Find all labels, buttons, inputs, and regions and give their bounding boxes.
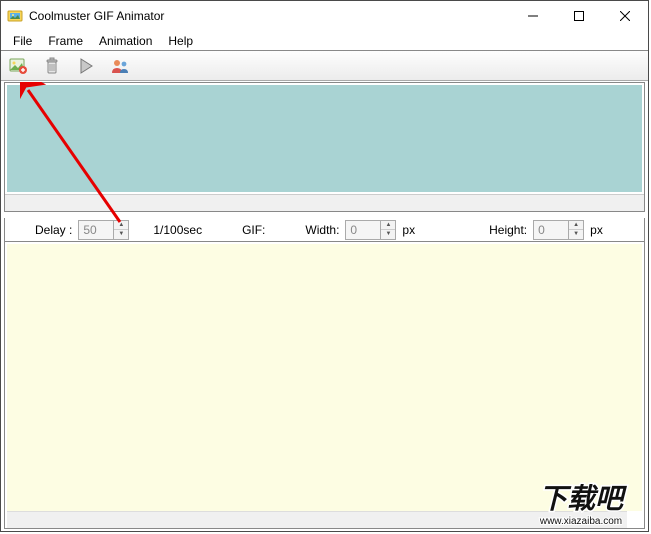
height-unit: px bbox=[590, 223, 603, 237]
canvas-scrollbar-horizontal[interactable] bbox=[7, 511, 627, 528]
width-label: Width: bbox=[305, 223, 339, 237]
frame-controls-row: Delay : ▲ ▼ 1/100sec GIF: Width: ▲ ▼ px … bbox=[4, 218, 645, 242]
frame-strip[interactable] bbox=[7, 85, 642, 192]
minimize-button[interactable] bbox=[510, 1, 556, 31]
delay-spinner[interactable]: ▲ ▼ bbox=[78, 220, 129, 240]
menu-file[interactable]: File bbox=[5, 32, 40, 50]
down-arrow-icon[interactable]: ▼ bbox=[569, 230, 583, 239]
width-spin-buttons[interactable]: ▲ ▼ bbox=[381, 220, 396, 240]
frame-strip-panel bbox=[4, 82, 645, 212]
gif-label: GIF: bbox=[242, 223, 265, 237]
canvas[interactable] bbox=[7, 244, 642, 511]
width-unit: px bbox=[402, 223, 415, 237]
menu-frame[interactable]: Frame bbox=[40, 32, 91, 50]
width-spinner[interactable]: ▲ ▼ bbox=[345, 220, 396, 240]
down-arrow-icon[interactable]: ▼ bbox=[381, 230, 395, 239]
menu-animation[interactable]: Animation bbox=[91, 32, 160, 50]
delay-label: Delay : bbox=[35, 223, 72, 237]
delay-input[interactable] bbox=[78, 220, 114, 240]
toolbar bbox=[1, 51, 648, 81]
up-arrow-icon[interactable]: ▲ bbox=[381, 221, 395, 231]
add-image-icon bbox=[8, 56, 28, 76]
window-title: Coolmuster GIF Animator bbox=[29, 9, 164, 23]
maximize-button[interactable] bbox=[556, 1, 602, 31]
frame-strip-scrollbar[interactable] bbox=[5, 194, 644, 211]
add-frame-button[interactable] bbox=[5, 53, 31, 79]
menubar: File Frame Animation Help bbox=[1, 31, 648, 51]
height-spin-buttons[interactable]: ▲ ▼ bbox=[569, 220, 584, 240]
up-arrow-icon[interactable]: ▲ bbox=[114, 221, 128, 231]
height-label: Height: bbox=[489, 223, 527, 237]
play-icon bbox=[76, 56, 96, 76]
users-button[interactable] bbox=[107, 53, 133, 79]
menu-help[interactable]: Help bbox=[160, 32, 201, 50]
down-arrow-icon[interactable]: ▼ bbox=[114, 230, 128, 239]
app-window: Coolmuster GIF Animator File Frame Anima… bbox=[0, 0, 649, 532]
canvas-panel bbox=[4, 242, 645, 529]
people-icon bbox=[110, 56, 130, 76]
height-input[interactable] bbox=[533, 220, 569, 240]
trash-icon bbox=[42, 56, 62, 76]
height-spinner[interactable]: ▲ ▼ bbox=[533, 220, 584, 240]
delay-spin-buttons[interactable]: ▲ ▼ bbox=[114, 220, 129, 240]
up-arrow-icon[interactable]: ▲ bbox=[569, 221, 583, 231]
window-controls bbox=[510, 1, 648, 31]
width-input[interactable] bbox=[345, 220, 381, 240]
close-button[interactable] bbox=[602, 1, 648, 31]
delete-frame-button[interactable] bbox=[39, 53, 65, 79]
titlebar: Coolmuster GIF Animator bbox=[1, 1, 648, 31]
app-icon bbox=[7, 8, 23, 24]
play-button[interactable] bbox=[73, 53, 99, 79]
delay-unit: 1/100sec bbox=[153, 223, 202, 237]
